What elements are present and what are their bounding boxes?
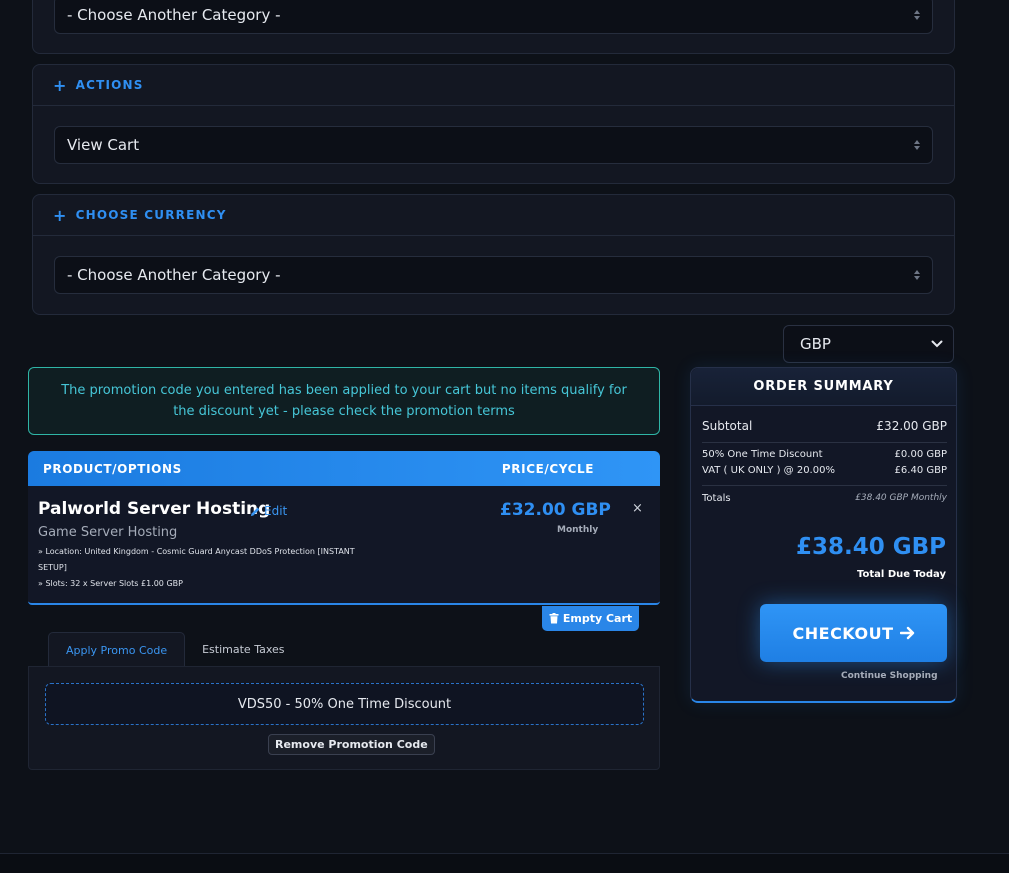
actions-title: ACTIONS	[75, 78, 144, 92]
empty-cart-button[interactable]: Empty Cart	[542, 606, 639, 631]
product-price: £32.00 GBP	[500, 500, 611, 520]
vat-value: £6.40 GBP	[894, 465, 947, 476]
order-summary-title: ORDER SUMMARY	[691, 368, 956, 406]
choose-currency-title: CHOOSE CURRENCY	[75, 208, 227, 222]
actions-panel: + ACTIONS View Cart	[32, 64, 955, 184]
promo-alert-text: The promotion code you entered has been …	[61, 383, 627, 419]
checkout-label: CHECKOUT	[792, 623, 894, 643]
category-select-value: - Choose Another Category -	[67, 6, 281, 24]
product-name: Palworld Server Hosting	[38, 499, 271, 519]
footer	[0, 854, 1009, 873]
product-group: Game Server Hosting	[38, 525, 178, 540]
arrow-right-icon	[899, 626, 914, 640]
subtotal-label: Subtotal	[702, 419, 753, 433]
totals-row: Totals £38.40 GBP Monthly	[702, 493, 947, 504]
promo-panel: VDS50 - 50% One Time Discount Remove Pro…	[28, 666, 660, 770]
actions-header[interactable]: + ACTIONS	[33, 65, 954, 106]
category-panel: - Choose Another Category -	[32, 0, 955, 54]
product-cycle: Monthly	[557, 525, 599, 535]
product-detail-location: » Location: United Kingdom - Cosmic Guar…	[38, 547, 355, 556]
edit-link[interactable]: Edit	[250, 504, 287, 518]
checkout-button[interactable]: CHECKOUT	[760, 604, 947, 662]
vat-label: VAT ( UK ONLY ) @ 20.00%	[702, 465, 835, 476]
vat-row: VAT ( UK ONLY ) @ 20.00% £6.40 GBP	[702, 465, 947, 476]
chevron-down-icon	[931, 340, 943, 348]
promo-tabs: Apply Promo Code Estimate Taxes	[48, 632, 302, 667]
total-due-amount: £38.40 GBP	[795, 534, 946, 560]
continue-shopping-link[interactable]: Continue Shopping	[841, 671, 938, 681]
tab-apply-promo-code[interactable]: Apply Promo Code	[48, 632, 186, 667]
choose-currency-panel: + CHOOSE CURRENCY - Choose Another Categ…	[32, 194, 955, 315]
product-detail-location-cont: SETUP]	[38, 563, 67, 572]
trash-icon	[549, 613, 559, 624]
remove-promo-button[interactable]: Remove Promotion Code	[268, 734, 435, 755]
order-summary: ORDER SUMMARY Subtotal £32.00 GBP 50% On…	[690, 367, 957, 703]
plus-icon: +	[53, 205, 68, 225]
divider	[702, 485, 947, 486]
currency-category-select[interactable]: - Choose Another Category -	[54, 256, 933, 294]
promo-code-text: VDS50 - 50% One Time Discount	[237, 696, 452, 712]
tab-estimate-taxes[interactable]: Estimate Taxes	[185, 632, 301, 667]
edit-label: Edit	[264, 504, 288, 518]
pencil-icon	[250, 507, 260, 516]
select-arrows-icon	[914, 140, 920, 150]
totals-label: Totals	[702, 493, 731, 504]
applied-promo-code: VDS50 - 50% One Time Discount	[45, 683, 644, 725]
header-product: PRODUCT/OPTIONS	[43, 461, 182, 476]
plus-icon: +	[53, 75, 68, 95]
cart-table: PRODUCT/OPTIONS PRICE/CYCLE Palworld Ser…	[28, 451, 660, 605]
remove-item-icon[interactable]: ×	[632, 501, 643, 516]
subtotal-row: Subtotal £32.00 GBP	[702, 419, 947, 433]
currency-category-select-value: - Choose Another Category -	[67, 266, 281, 284]
discount-label: 50% One Time Discount	[702, 449, 823, 460]
category-select[interactable]: - Choose Another Category -	[54, 0, 933, 34]
page: - Choose Another Category - + ACTIONS Vi…	[0, 0, 1009, 873]
discount-value: £0.00 GBP	[894, 449, 947, 460]
header-price: PRICE/CYCLE	[501, 461, 595, 476]
actions-select-value: View Cart	[67, 136, 140, 154]
product-detail-slots: » Slots: 32 x Server Slots £1.00 GBP	[38, 579, 183, 588]
discount-row: 50% One Time Discount £0.00 GBP	[702, 449, 947, 460]
cart-table-header: PRODUCT/OPTIONS PRICE/CYCLE	[28, 451, 660, 486]
remove-promo-label: Remove Promotion Code	[275, 738, 428, 751]
empty-cart-label: Empty Cart	[562, 612, 633, 625]
divider	[702, 442, 947, 443]
totals-value: £38.40 GBP Monthly	[855, 493, 947, 503]
actions-select[interactable]: View Cart	[54, 126, 933, 164]
currency-select-value: GBP	[800, 335, 831, 353]
promo-alert: The promotion code you entered has been …	[28, 367, 660, 435]
currency-select[interactable]: GBP	[783, 325, 954, 363]
subtotal-value: £32.00 GBP	[876, 419, 947, 433]
select-arrows-icon	[914, 270, 920, 280]
choose-currency-header[interactable]: + CHOOSE CURRENCY	[33, 195, 954, 236]
tab-apply-promo-label: Apply Promo Code	[66, 643, 168, 657]
select-arrows-icon	[914, 10, 920, 20]
total-due-label: Total Due Today	[857, 569, 946, 580]
tab-estimate-taxes-label: Estimate Taxes	[202, 643, 285, 656]
